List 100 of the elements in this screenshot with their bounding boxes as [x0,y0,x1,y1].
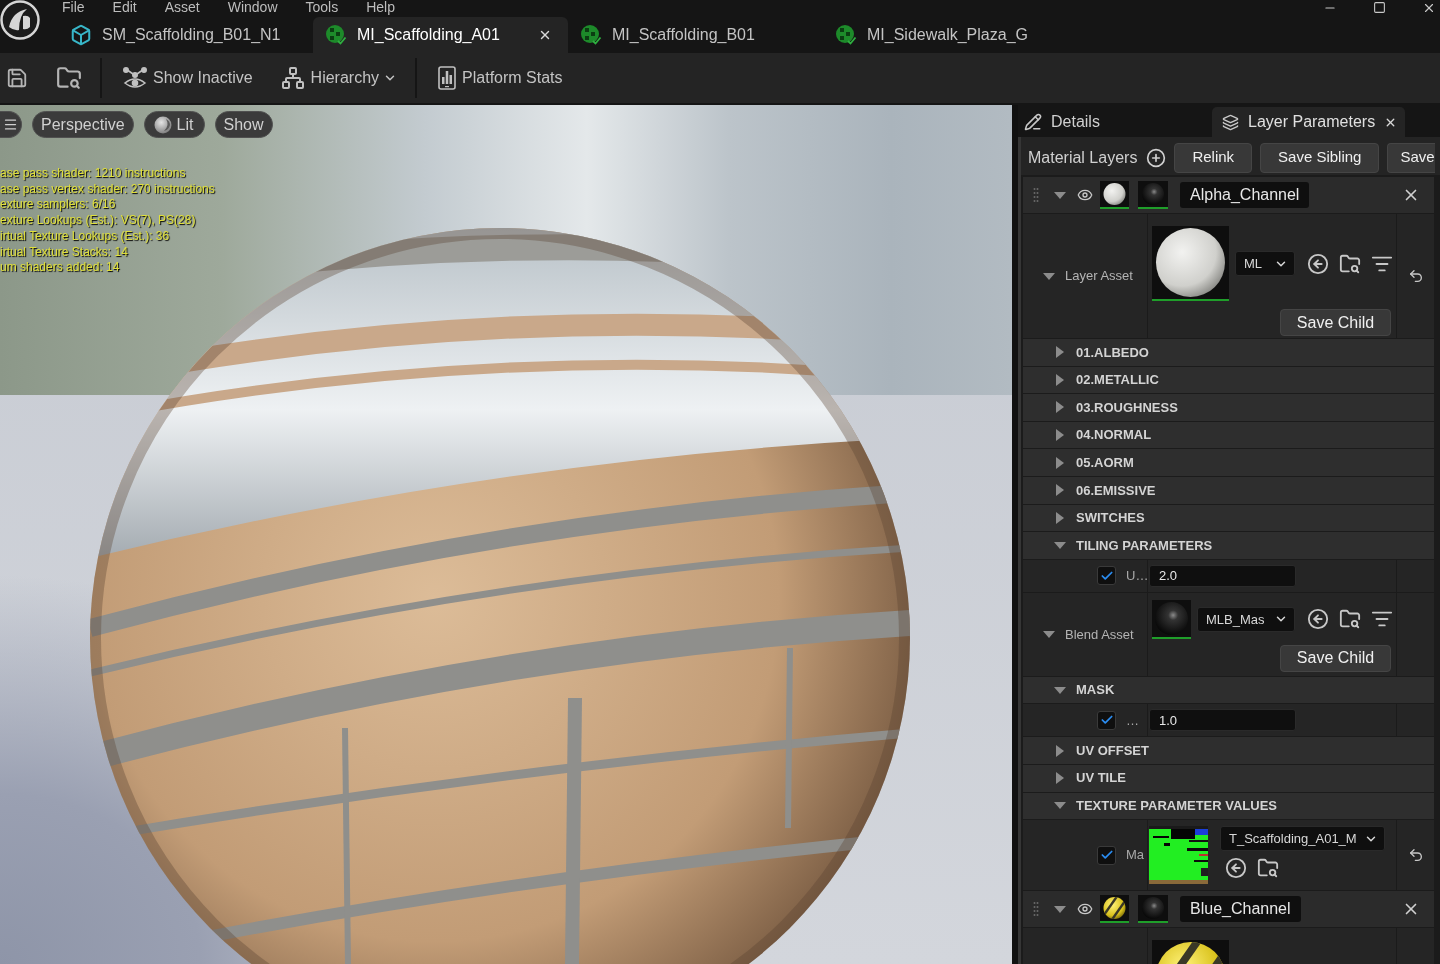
category-header[interactable]: UV OFFSET [1023,737,1434,764]
caret-down-icon[interactable] [1043,630,1055,638]
add-icon[interactable] [1146,147,1167,168]
shader-stat-line: ase pass vertex shader: 270 instructions [0,181,215,198]
category-header[interactable]: 06.EMISSIVE [1023,476,1434,504]
category-header[interactable]: 02.METALLIC [1023,366,1434,394]
pencil-icon [1024,113,1042,131]
caret-down-icon[interactable] [1054,191,1066,199]
parameter-label: … [1126,711,1139,730]
parameter-label: U… [1126,567,1149,585]
menu-icon [3,117,18,132]
close-icon[interactable] [1422,1,1436,15]
panel-tab[interactable]: Details [1018,107,1212,137]
caret-down-icon[interactable] [1043,272,1055,280]
category-header[interactable]: 01.ALBEDO [1023,339,1434,366]
category-header[interactable]: 03.ROUGHNESS [1023,394,1434,421]
sphere-thumbnail [1100,181,1129,209]
shader-stat-line: exture samplers: 6/16 [0,197,116,214]
category-header[interactable]: 04.NORMAL [1023,421,1434,449]
caret-down-icon[interactable] [1054,802,1066,810]
menu-item[interactable]: Tools [305,0,339,15]
menu-button[interactable] [0,111,22,138]
checkbox[interactable] [1097,845,1116,865]
arrow-left-circle-icon[interactable] [1307,608,1329,631]
caret-down-icon[interactable] [1054,905,1066,913]
reset-arrow-icon[interactable] [1407,847,1424,864]
sphere-thumbnail [1138,895,1168,924]
panel-tab[interactable]: Layer Parameters [1212,107,1405,137]
caret-right-icon[interactable] [1056,373,1064,386]
close-icon[interactable] [538,28,552,42]
toolbar-button[interactable]: Relink [1174,142,1253,173]
caret-right-icon[interactable] [1056,772,1064,785]
document-tab[interactable]: MI_Scaffolding_A01 [313,17,568,53]
checkbox[interactable] [1097,710,1116,730]
sphere-thumbnail [1152,599,1191,639]
document-tab[interactable]: MI_Sidewalk_Plaza_G [823,17,1078,53]
caret-down-icon[interactable] [1054,686,1066,694]
layer-name-field[interactable]: Alpha_Channel [1180,182,1310,208]
browse-icon[interactable] [1257,857,1279,880]
category-header[interactable]: UV TILE [1023,764,1434,792]
asset-dropdown[interactable]: T_Scaffolding_A01_M [1220,826,1385,852]
caret-right-icon[interactable] [1056,429,1064,442]
browse-icon[interactable] [56,65,82,91]
category-header[interactable]: MASK [1023,676,1434,704]
save-icon[interactable] [6,67,28,89]
menu-item[interactable]: Help [366,0,395,15]
category-header[interactable]: SWITCHES [1023,504,1434,532]
caret-right-icon[interactable] [1056,456,1064,469]
property-label: Blend Asset [1065,625,1134,644]
save-child-button[interactable]: Save Child [1280,309,1391,336]
checkbox[interactable] [1097,566,1116,586]
caret-right-icon[interactable] [1056,484,1064,497]
arrow-left-circle-icon[interactable] [1307,252,1329,275]
menu-item[interactable]: File [62,0,85,15]
material-sphere-icon [835,24,857,46]
save-child-button[interactable]: Save Child [1280,644,1391,672]
toolbar-button[interactable]: Platform Stats [432,61,569,95]
caret-right-icon[interactable] [1056,511,1064,524]
nodes-eye-icon [123,67,147,89]
toolbar-button[interactable]: Show Inactive [117,61,259,95]
value-field[interactable]: 2.0 [1149,564,1296,587]
shader-stat-line: ase pass shader: 1210 instructions [0,166,186,182]
toolbar-button[interactable]: Save Sibling [1260,142,1380,173]
toolbar-button[interactable]: Hierarchy [274,61,404,95]
category-header[interactable]: TEXTURE PARAMETER VALUES [1023,792,1434,820]
browse-icon[interactable] [1339,252,1361,275]
eye-icon[interactable] [1077,187,1093,203]
arrow-left-circle-icon[interactable] [1225,857,1247,880]
material-sphere-icon [580,24,602,46]
caret-right-icon[interactable] [1056,401,1064,414]
caret-right-icon[interactable] [1056,346,1064,359]
browse-icon[interactable] [1339,608,1361,631]
asset-dropdown[interactable]: ML [1235,251,1295,276]
maximize-icon[interactable] [1373,1,1386,14]
toolbar-button[interactable]: Save [1387,142,1435,173]
reset-arrow-icon[interactable] [1407,268,1424,284]
drag-handle-icon[interactable] [1033,187,1039,203]
drag-handle-icon[interactable] [1033,901,1039,918]
caret-down-icon[interactable] [1054,541,1066,549]
property-label: Layer Asset [1065,267,1133,286]
asset-dropdown[interactable]: MLB_Mas [1197,606,1295,632]
logo-icon[interactable] [0,0,40,40]
value-field[interactable]: 1.0 [1149,709,1296,732]
viewport-button[interactable]: Perspective [32,111,134,138]
document-tab[interactable]: MI_Scaffolding_B01 [568,17,823,53]
shader-stat-line: irtual Texture Lookups (Est.): 36 [0,228,170,245]
menu-item[interactable]: Edit [112,0,137,15]
layer-name-field[interactable]: Blue_Channel [1180,896,1301,923]
document-tab[interactable]: SM_Scaffolding_B01_N1 [58,17,313,53]
parameter-label: Ma [1126,846,1145,865]
menu-item[interactable]: Asset [164,0,200,15]
menu-item[interactable]: Window [227,0,278,15]
section-title: Material Layers [1028,147,1138,168]
phone-chart-icon [438,66,457,90]
sphere-thumbnail [1138,181,1168,209]
category-header[interactable]: TILING PARAMETERS [1023,532,1434,559]
layers-icon [1222,113,1239,131]
caret-right-icon[interactable] [1056,744,1064,757]
category-header[interactable]: 05.AORM [1023,449,1434,476]
material-sphere-icon [325,24,347,46]
